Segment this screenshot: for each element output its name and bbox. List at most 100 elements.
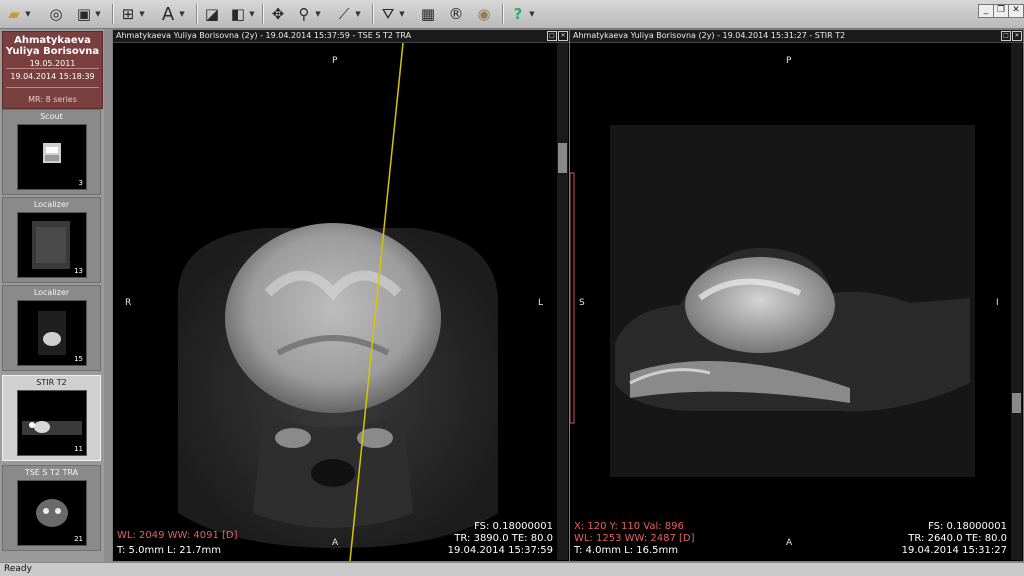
viewport-title: Ahmatykaeva Yuliya Borisovna (2y) - 19.0… bbox=[570, 30, 1023, 43]
slice-scrollbar-thumb[interactable] bbox=[558, 143, 567, 173]
orientation-bottom: A bbox=[786, 538, 793, 548]
tr-te-readout: TR: 3890.0 TE: 80.0 bbox=[454, 533, 553, 544]
pan-button[interactable]: ✥ bbox=[268, 3, 288, 25]
badge-button[interactable]: ◉ bbox=[474, 3, 494, 25]
toolbar-separator bbox=[372, 4, 374, 24]
cd-button[interactable]: ◎ bbox=[46, 3, 66, 25]
viewport-right[interactable]: Ahmatykaeva Yuliya Borisovna (2y) - 19.0… bbox=[569, 29, 1024, 562]
layout-button[interactable]: ⊞ ▼ bbox=[118, 3, 146, 25]
image-count: 11 bbox=[74, 445, 83, 453]
toolbar-separator bbox=[196, 4, 198, 24]
acquisition-datetime: 19.04.2014 15:31:27 bbox=[901, 545, 1007, 556]
chevron-down-icon[interactable]: ▼ bbox=[314, 10, 322, 18]
scout-thumb-image bbox=[43, 143, 61, 163]
film-button[interactable]: ▦ bbox=[418, 3, 438, 25]
window-level-icon: ◧ bbox=[230, 5, 246, 23]
help-button[interactable]: ? ▼ bbox=[508, 3, 536, 25]
close-viewport-button[interactable]: ✕ bbox=[1012, 31, 1022, 41]
render-r-icon: ® bbox=[448, 5, 464, 23]
series-label: Localizer bbox=[33, 200, 70, 209]
chevron-down-icon[interactable]: ▼ bbox=[138, 10, 146, 18]
maximize-viewport-button[interactable]: □ bbox=[1001, 31, 1011, 41]
save-disk-icon: ▣ bbox=[76, 5, 92, 23]
divider bbox=[6, 68, 99, 69]
series-label: TSE S T2 TRA bbox=[24, 468, 79, 477]
crosshair-3d-icon: ⛛ bbox=[381, 5, 395, 23]
image-count: 3 bbox=[78, 179, 83, 187]
axial-mri-image bbox=[177, 43, 498, 561]
slice-scrollbar[interactable] bbox=[1011, 43, 1022, 560]
cursor-value-readout: X: 120 Y: 110 Val: 896 bbox=[574, 521, 684, 532]
maximize-viewport-button[interactable]: □ bbox=[547, 31, 557, 41]
chevron-down-icon[interactable]: ▼ bbox=[94, 10, 102, 18]
series-thumbnail: 13 bbox=[17, 212, 87, 278]
wl-ww-readout: WL: 1253 WW: 2487 [D] bbox=[574, 533, 695, 544]
tr-te-readout: TR: 2640.0 TE: 80.0 bbox=[908, 533, 1007, 544]
minimize-button[interactable]: _ bbox=[978, 4, 994, 18]
series-item[interactable]: Localizer 13 bbox=[2, 197, 101, 283]
viewport-left[interactable]: Ahmatykaeva Yuliya Borisovna (2y) - 19.0… bbox=[112, 29, 570, 562]
orientation-left: R bbox=[125, 298, 132, 308]
image-count: 13 bbox=[74, 267, 83, 275]
series-thumbnail: 3 bbox=[17, 124, 87, 190]
slice-scrollbar[interactable] bbox=[557, 43, 568, 560]
toolbar-separator bbox=[262, 4, 264, 24]
thickness-location-readout: T: 5.0mm L: 21.7mm bbox=[117, 545, 221, 556]
save-button[interactable]: ▣ ▼ bbox=[74, 3, 102, 25]
slice-scrollbar-thumb[interactable] bbox=[1012, 393, 1021, 413]
chevron-down-icon[interactable]: ▼ bbox=[178, 10, 186, 18]
patient-dob: 19.05.2011 bbox=[29, 59, 76, 68]
orientation-right: I bbox=[996, 298, 999, 308]
image-count: 21 bbox=[74, 535, 83, 543]
cd-disc-icon: ◎ bbox=[49, 5, 63, 23]
acquisition-datetime: 19.04.2014 15:37:59 bbox=[447, 545, 553, 556]
toolbar-separator bbox=[112, 4, 114, 24]
orientation-right: L bbox=[538, 298, 544, 308]
status-text: Ready bbox=[4, 564, 32, 574]
thickness-location-readout: T: 4.0mm L: 16.5mm bbox=[574, 545, 678, 556]
text-annotation-icon: A bbox=[161, 3, 175, 25]
sagittal-mri-image bbox=[570, 125, 975, 477]
badge-icon: ◉ bbox=[477, 5, 491, 23]
viewport-title: Ahmatykaeva Yuliya Borisovna (2y) - 19.0… bbox=[113, 30, 569, 43]
crosshair-button[interactable]: ⛛ ▼ bbox=[378, 3, 406, 25]
series-item[interactable]: Scout 3 bbox=[2, 109, 101, 195]
window-level-button[interactable]: ◧ ▼ bbox=[228, 3, 256, 25]
series-item[interactable]: TSE S T2 TRA 21 bbox=[2, 465, 101, 551]
toolbar-separator bbox=[502, 4, 504, 24]
close-viewport-button[interactable]: ✕ bbox=[558, 31, 568, 41]
restore-button[interactable]: ❐ bbox=[993, 4, 1009, 18]
close-button[interactable]: ✕ bbox=[1008, 4, 1024, 18]
measure-ruler-icon: ⟋ bbox=[338, 5, 350, 23]
measure-button[interactable]: ⟋ ▼ bbox=[334, 3, 362, 25]
layout-grid-icon: ⊞ bbox=[121, 5, 135, 23]
series-sidebar: Ahmatykaeva Yuliya Borisovna 19.05.2011 … bbox=[0, 29, 104, 562]
eraser-icon: ◪ bbox=[204, 5, 220, 23]
divider bbox=[6, 87, 99, 88]
series-thumbnail: 15 bbox=[17, 300, 87, 366]
chevron-down-icon[interactable]: ▼ bbox=[354, 10, 362, 18]
series-label: Localizer bbox=[33, 288, 70, 297]
series-label: STIR T2 bbox=[36, 378, 67, 387]
chevron-down-icon[interactable]: ▼ bbox=[24, 10, 32, 18]
text-annotation-button[interactable]: A ▼ bbox=[158, 3, 186, 25]
chevron-down-icon[interactable]: ▼ bbox=[398, 10, 406, 18]
pan-move-icon: ✥ bbox=[271, 5, 285, 23]
orientation-top: P bbox=[332, 56, 338, 66]
series-item[interactable]: Localizer 15 bbox=[2, 285, 101, 371]
zoom-magnifier-icon: ⚲ bbox=[298, 5, 310, 23]
patient-card[interactable]: Ahmatykaeva Yuliya Borisovna 19.05.2011 … bbox=[2, 31, 103, 109]
open-button[interactable]: ▰ ▼ bbox=[4, 3, 32, 25]
render-button[interactable]: ® bbox=[446, 3, 466, 25]
field-strength-readout: FS: 0.18000001 bbox=[474, 521, 553, 532]
orientation-bottom: A bbox=[332, 538, 339, 548]
eraser-button[interactable]: ◪ bbox=[202, 3, 222, 25]
orientation-top: P bbox=[786, 56, 792, 66]
series-thumbnail: 21 bbox=[17, 480, 87, 546]
chevron-down-icon[interactable]: ▼ bbox=[248, 10, 256, 18]
wl-ww-readout: WL: 2049 WW: 4091 [D] bbox=[117, 530, 238, 541]
main-toolbar: ▰ ▼ ◎ ▣ ▼ ⊞ ▼ A ▼ ◪ ◧ ▼ ✥ ⚲ ▼ ⟋ ▼ ⛛ ▼ ▦ ® ◉ ? ▼ _… bbox=[0, 0, 1024, 29]
chevron-down-icon[interactable]: ▼ bbox=[528, 10, 536, 18]
series-item-active[interactable]: STIR T2 11 bbox=[2, 375, 101, 461]
zoom-button[interactable]: ⚲ ▼ bbox=[294, 3, 322, 25]
